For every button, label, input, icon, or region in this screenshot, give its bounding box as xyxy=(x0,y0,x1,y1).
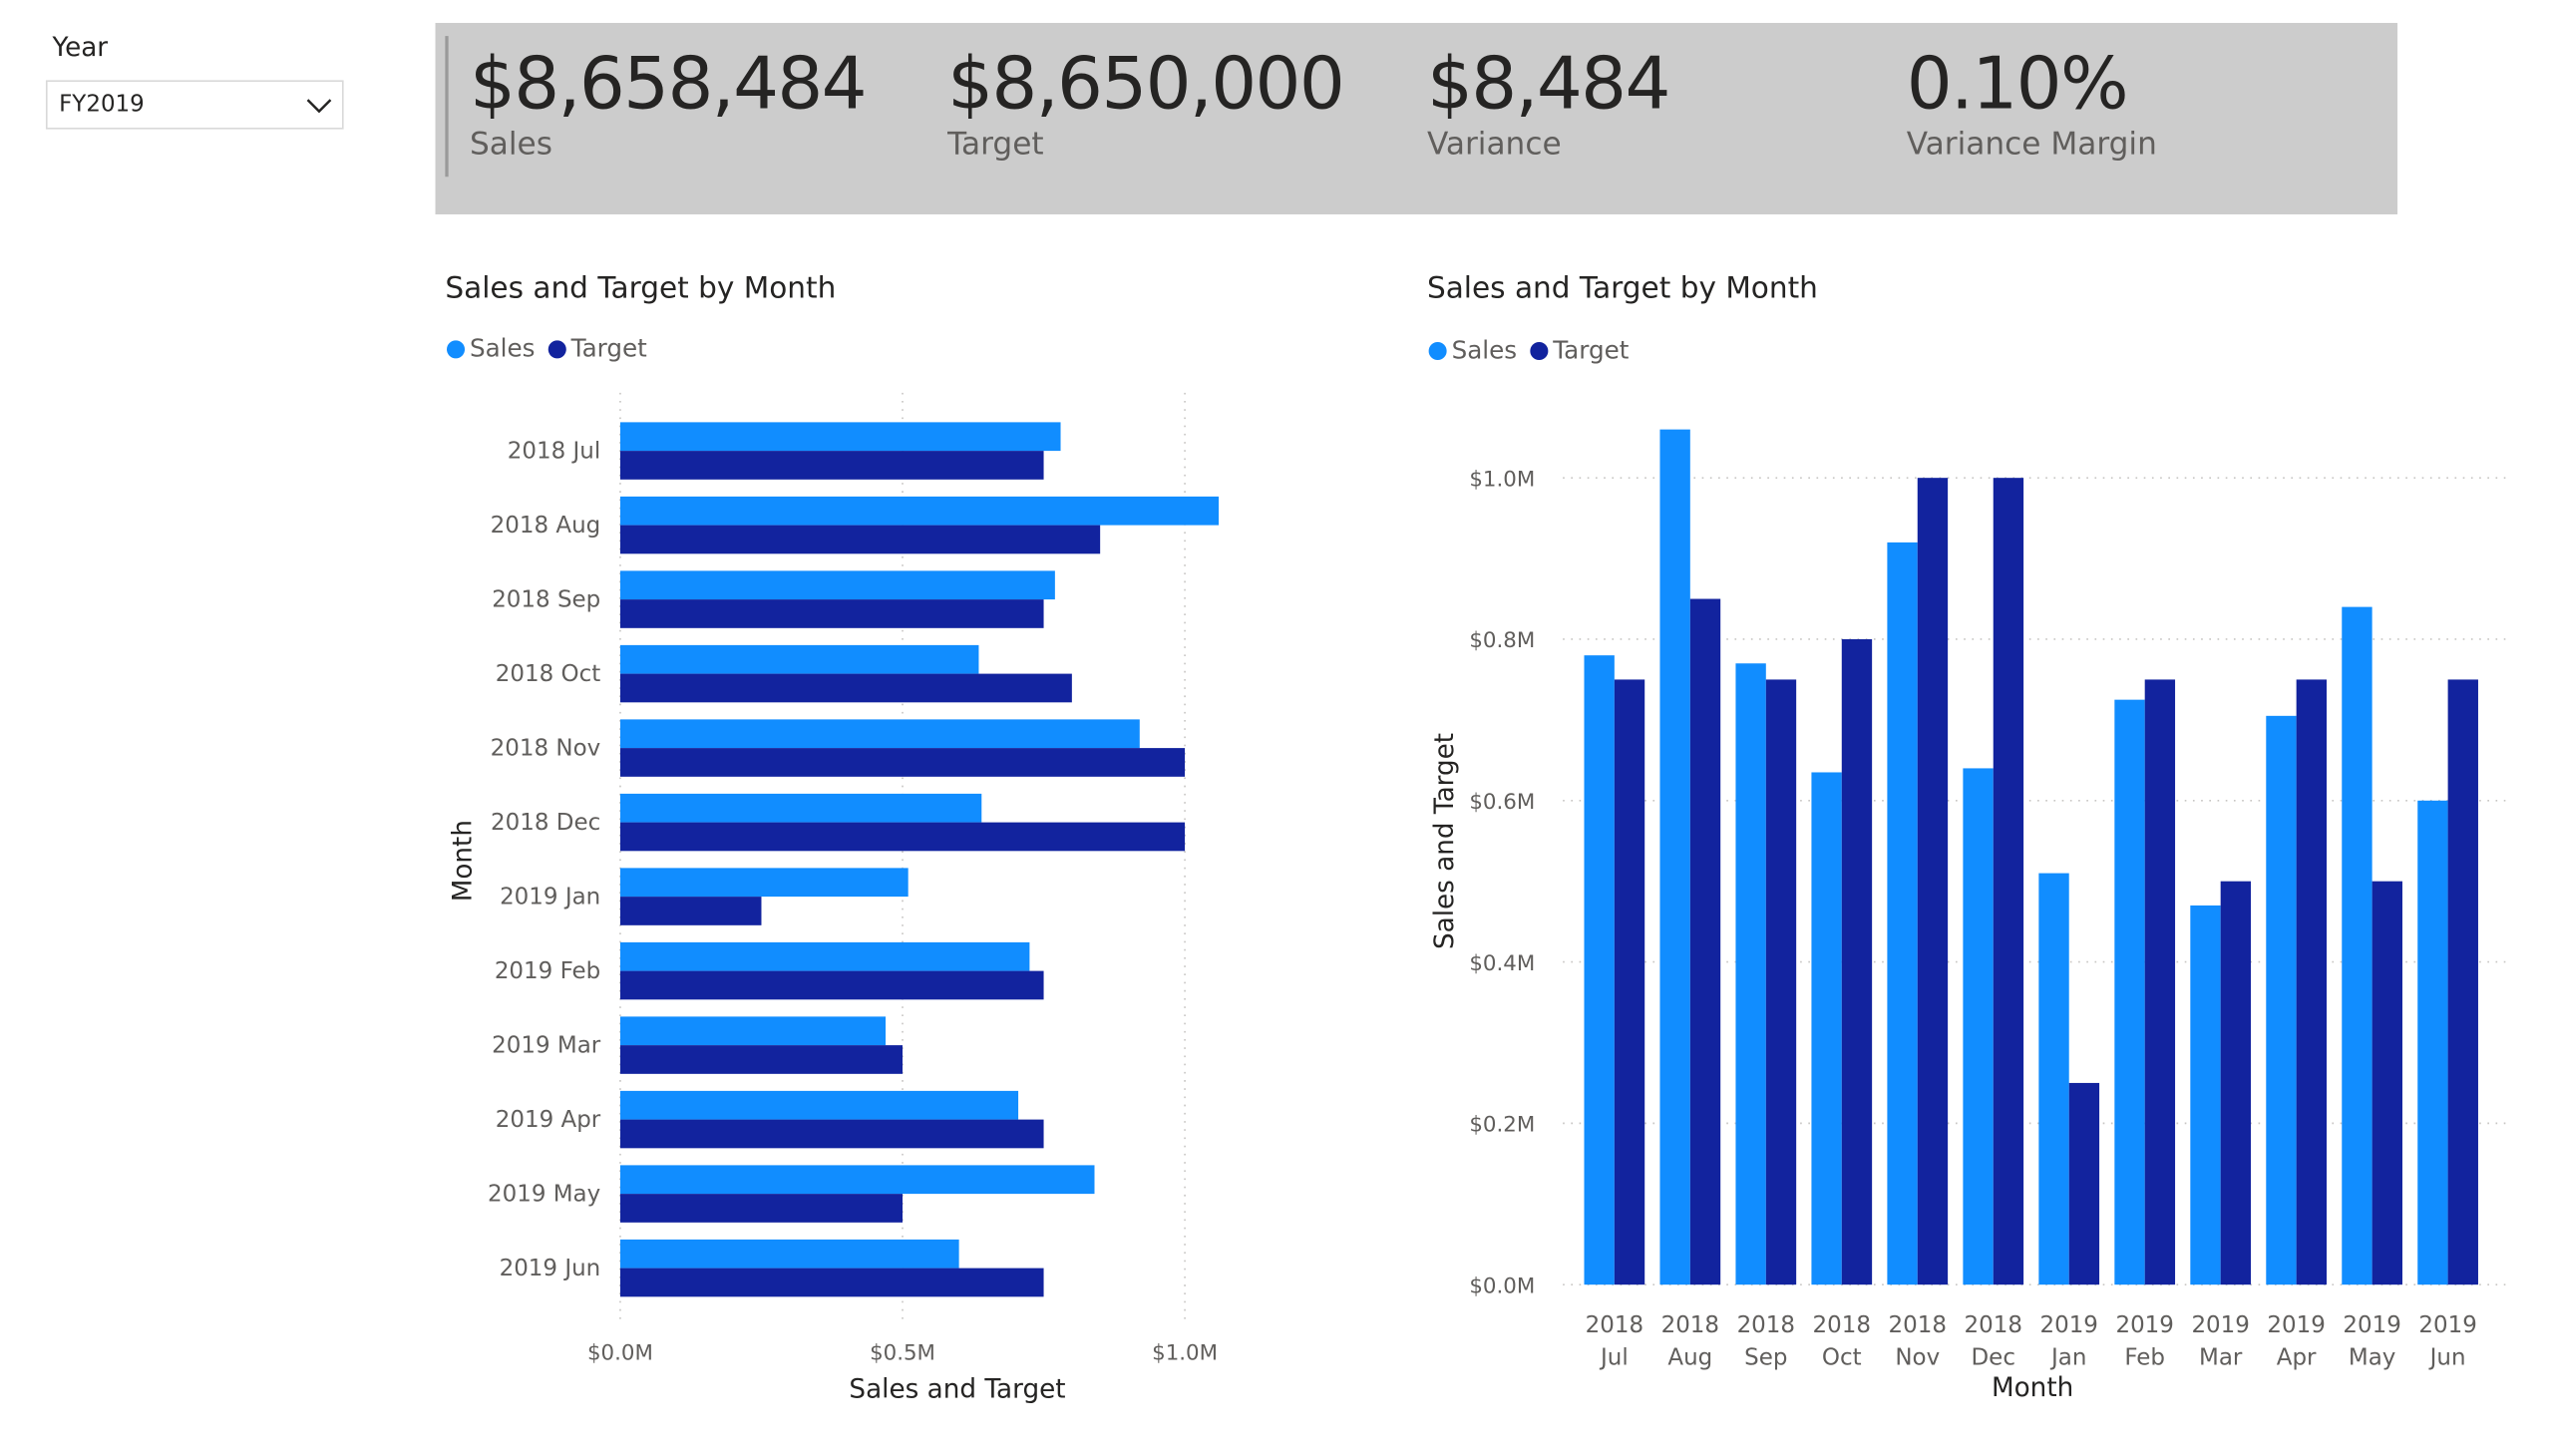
x-tick-label-year: 2018 xyxy=(1661,1312,1719,1338)
sales-column xyxy=(2342,606,2372,1285)
x-tick-label-year: 2019 xyxy=(2418,1312,2476,1338)
sales-column xyxy=(2038,873,2069,1285)
x-tick-label-month: Aug xyxy=(1667,1345,1712,1371)
x-tick-label-month: Apr xyxy=(2277,1345,2317,1371)
sales-column xyxy=(1584,655,1615,1285)
x-axis-title: Month xyxy=(1992,1373,2073,1403)
x-tick-label-year: 2019 xyxy=(2267,1312,2325,1338)
x-tick-label-month: Dec xyxy=(1972,1345,2015,1371)
target-column xyxy=(2296,679,2328,1285)
x-tick-label-year: 2019 xyxy=(2191,1312,2249,1338)
x-tick-label-year: 2018 xyxy=(1737,1312,1795,1338)
x-tick-label-month: Oct xyxy=(1822,1345,1862,1371)
target-column xyxy=(1841,638,1873,1285)
target-column xyxy=(1917,478,1949,1285)
x-tick-label-month: Feb xyxy=(2124,1345,2165,1371)
target-column xyxy=(2371,881,2402,1285)
target-column xyxy=(2447,679,2478,1285)
x-tick-label-year: 2018 xyxy=(1965,1312,2022,1338)
y-tick-label: $0.0M xyxy=(1469,1274,1535,1298)
sales-column xyxy=(2190,905,2221,1285)
sales-column xyxy=(2266,715,2297,1285)
target-column xyxy=(2068,1082,2100,1285)
x-tick-label-month: Jan xyxy=(2049,1345,2086,1371)
x-tick-label-month: May xyxy=(2349,1345,2396,1371)
target-column xyxy=(1614,679,1645,1285)
target-column xyxy=(1993,478,2024,1285)
sales-column xyxy=(2114,699,2145,1285)
x-tick-label-month: Jul xyxy=(1599,1345,1629,1371)
sales-column xyxy=(1735,663,1766,1285)
x-tick-label-month: Sep xyxy=(1744,1345,1787,1371)
y-tick-label: $0.6M xyxy=(1469,790,1535,815)
target-column xyxy=(2220,881,2252,1285)
sales-column xyxy=(1659,429,1690,1285)
x-tick-label-year: 2019 xyxy=(2115,1312,2173,1338)
y-tick-label: $0.4M xyxy=(1469,951,1535,976)
target-column xyxy=(2144,679,2176,1285)
sales-column xyxy=(1811,772,1842,1285)
y-tick-label: $0.2M xyxy=(1469,1113,1535,1138)
x-tick-label-year: 2018 xyxy=(1813,1312,1871,1338)
x-tick-label-year: 2018 xyxy=(1586,1312,1643,1338)
vertical-column-chart: $0.0M $0.2M $0.4M $0.6M $0.8M $1.0M 2018 Jul 201… xyxy=(1430,429,2512,1403)
target-column xyxy=(1689,598,1721,1285)
report-page: Year FY2019 $8,658,484 Sales $8,650,000 … xyxy=(0,0,2553,1456)
sales-column xyxy=(2417,800,2448,1285)
x-tick-label-month: Nov xyxy=(1895,1345,1940,1371)
x-tick-label-month: Mar xyxy=(2199,1345,2243,1371)
x-tick-label-year: 2019 xyxy=(2343,1312,2400,1338)
x-tick-label-month: Jun xyxy=(2428,1345,2466,1371)
y-tick-label: $1.0M xyxy=(1469,467,1535,492)
sales-column xyxy=(1887,542,1918,1285)
x-tick-label-year: 2018 xyxy=(1889,1312,1947,1338)
target-column xyxy=(1765,679,1797,1285)
x-tick-label-year: 2019 xyxy=(2039,1312,2097,1338)
sales-column xyxy=(1963,768,1994,1285)
y-axis-title: Sales and Target xyxy=(1430,733,1460,949)
y-tick-label: $0.8M xyxy=(1469,628,1535,653)
